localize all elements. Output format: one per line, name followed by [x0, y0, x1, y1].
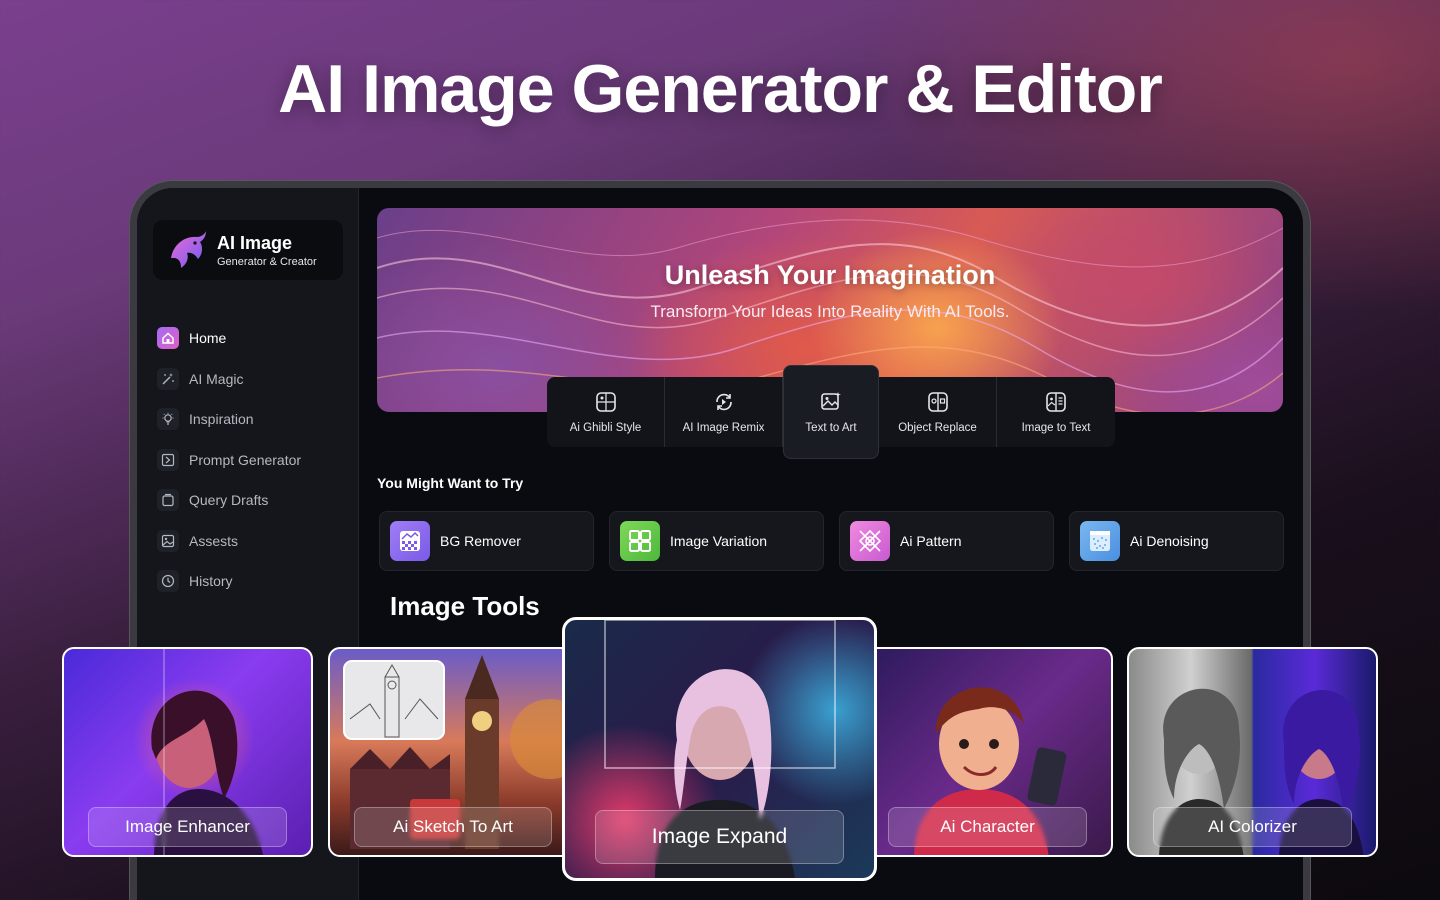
sidebar-item-label: Query Drafts — [189, 492, 269, 509]
sidebar-item-label: Prompt Generator — [189, 451, 302, 468]
sidebar-item-query-drafts[interactable]: Query Drafts — [157, 480, 347, 521]
sidebar-item-ai-magic[interactable]: AI Magic — [157, 359, 347, 400]
tool-card-label: Image Enhancer — [88, 807, 287, 847]
remix-icon — [715, 393, 732, 410]
image-text-icon — [1046, 391, 1066, 412]
banner-title: Unleash Your Imagination — [664, 260, 996, 290]
tool-label: Text to Art — [805, 421, 857, 434]
tool-label: AI Image Remix — [682, 421, 765, 434]
try-item-label: BG Remover — [440, 533, 521, 549]
try-section-title: You Might Want to Try — [377, 475, 524, 491]
try-ai-pattern[interactable]: Ai Pattern — [839, 511, 1054, 571]
try-ai-denoising[interactable]: Ai Denoising — [1069, 511, 1284, 571]
tool-card-label: AI Colorizer — [1153, 807, 1352, 847]
try-item-label: Ai Pattern — [900, 533, 962, 549]
lightbulb-icon — [157, 408, 179, 431]
try-image-variation[interactable]: Image Variation — [609, 511, 824, 571]
tool-card-ai-sketch-to-art[interactable]: Ai Sketch To Art — [328, 647, 578, 857]
ghibli-icon — [595, 391, 616, 412]
tool-card-label: Image Expand — [595, 810, 844, 864]
tool-card-image-expand[interactable]: Image Expand — [562, 617, 877, 881]
grid-icon — [620, 521, 660, 561]
home-icon — [157, 327, 179, 350]
quick-tools-bar: Ai Ghibli Style AI Image Remix Text to A… — [547, 365, 1115, 459]
sidebar-item-label: Inspiration — [189, 411, 254, 428]
sidebar-item-label: Assests — [189, 532, 239, 549]
sidebar-item-label: Home — [189, 330, 227, 347]
tool-label: Image to Text — [1021, 421, 1091, 434]
try-bg-remover[interactable]: BG Remover — [379, 511, 594, 571]
pattern-icon — [850, 521, 890, 561]
sidebar-item-home[interactable]: Home — [157, 318, 347, 359]
text-art-icon — [821, 391, 841, 410]
sidebar-item-inspiration[interactable]: Inspiration — [157, 399, 347, 440]
tool-card-label: Ai Character — [888, 807, 1087, 847]
tool-card-label: Ai Sketch To Art — [354, 807, 552, 847]
sidebar-item-history[interactable]: History — [157, 561, 347, 602]
sidebar-item-label: History — [189, 573, 233, 590]
tool-label: Object Replace — [898, 421, 977, 434]
try-item-label: Image Variation — [670, 533, 768, 549]
tool-card-ai-character[interactable]: Ai Character — [862, 647, 1113, 857]
try-section-list: BG Remover Image Variation Ai Pattern Ai… — [379, 511, 1284, 571]
clock-icon — [157, 570, 179, 593]
object-replace-icon — [927, 391, 948, 412]
prompt-icon — [157, 448, 179, 471]
assets-icon — [157, 529, 179, 552]
tool-object-replace[interactable]: Object Replace — [879, 377, 997, 447]
try-item-label: Ai Denoising — [1130, 533, 1209, 549]
image-tools-title: Image Tools — [390, 591, 540, 621]
drafts-icon — [157, 489, 179, 512]
sidebar-item-prompt-generator[interactable]: Prompt Generator — [157, 440, 347, 481]
banner-subtitle: Transform Your Ideas Into Reality With A… — [650, 302, 1010, 321]
tool-image-to-text[interactable]: Image to Text — [997, 377, 1115, 447]
tool-label: Ai Ghibli Style — [569, 421, 642, 434]
brand-subtitle: Generator & Creator — [217, 255, 317, 268]
brand-title: AI Image — [217, 232, 293, 253]
dolphin-logo-icon — [171, 231, 206, 268]
tool-ai-ghibli-style[interactable]: Ai Ghibli Style — [547, 377, 665, 447]
magic-wand-icon — [157, 367, 179, 390]
sidebar-nav: Home AI Magic Inspiration Prompt Generat… — [157, 318, 347, 602]
sidebar-item-assets[interactable]: Assests — [157, 521, 347, 562]
page-headline: AI Image Generator & Editor — [278, 51, 1163, 127]
denoise-icon — [1080, 521, 1120, 561]
tool-ai-image-remix[interactable]: AI Image Remix — [665, 377, 783, 447]
bg-remover-icon — [390, 521, 430, 561]
tool-text-to-art[interactable]: Text to Art — [783, 365, 879, 459]
sidebar-item-label: AI Magic — [189, 370, 244, 387]
brand-logo-card[interactable]: AI Image Generator & Creator — [153, 220, 343, 280]
tool-card-image-enhancer[interactable]: Image Enhancer — [62, 647, 313, 857]
tool-card-ai-colorizer[interactable]: AI Colorizer — [1127, 647, 1378, 857]
